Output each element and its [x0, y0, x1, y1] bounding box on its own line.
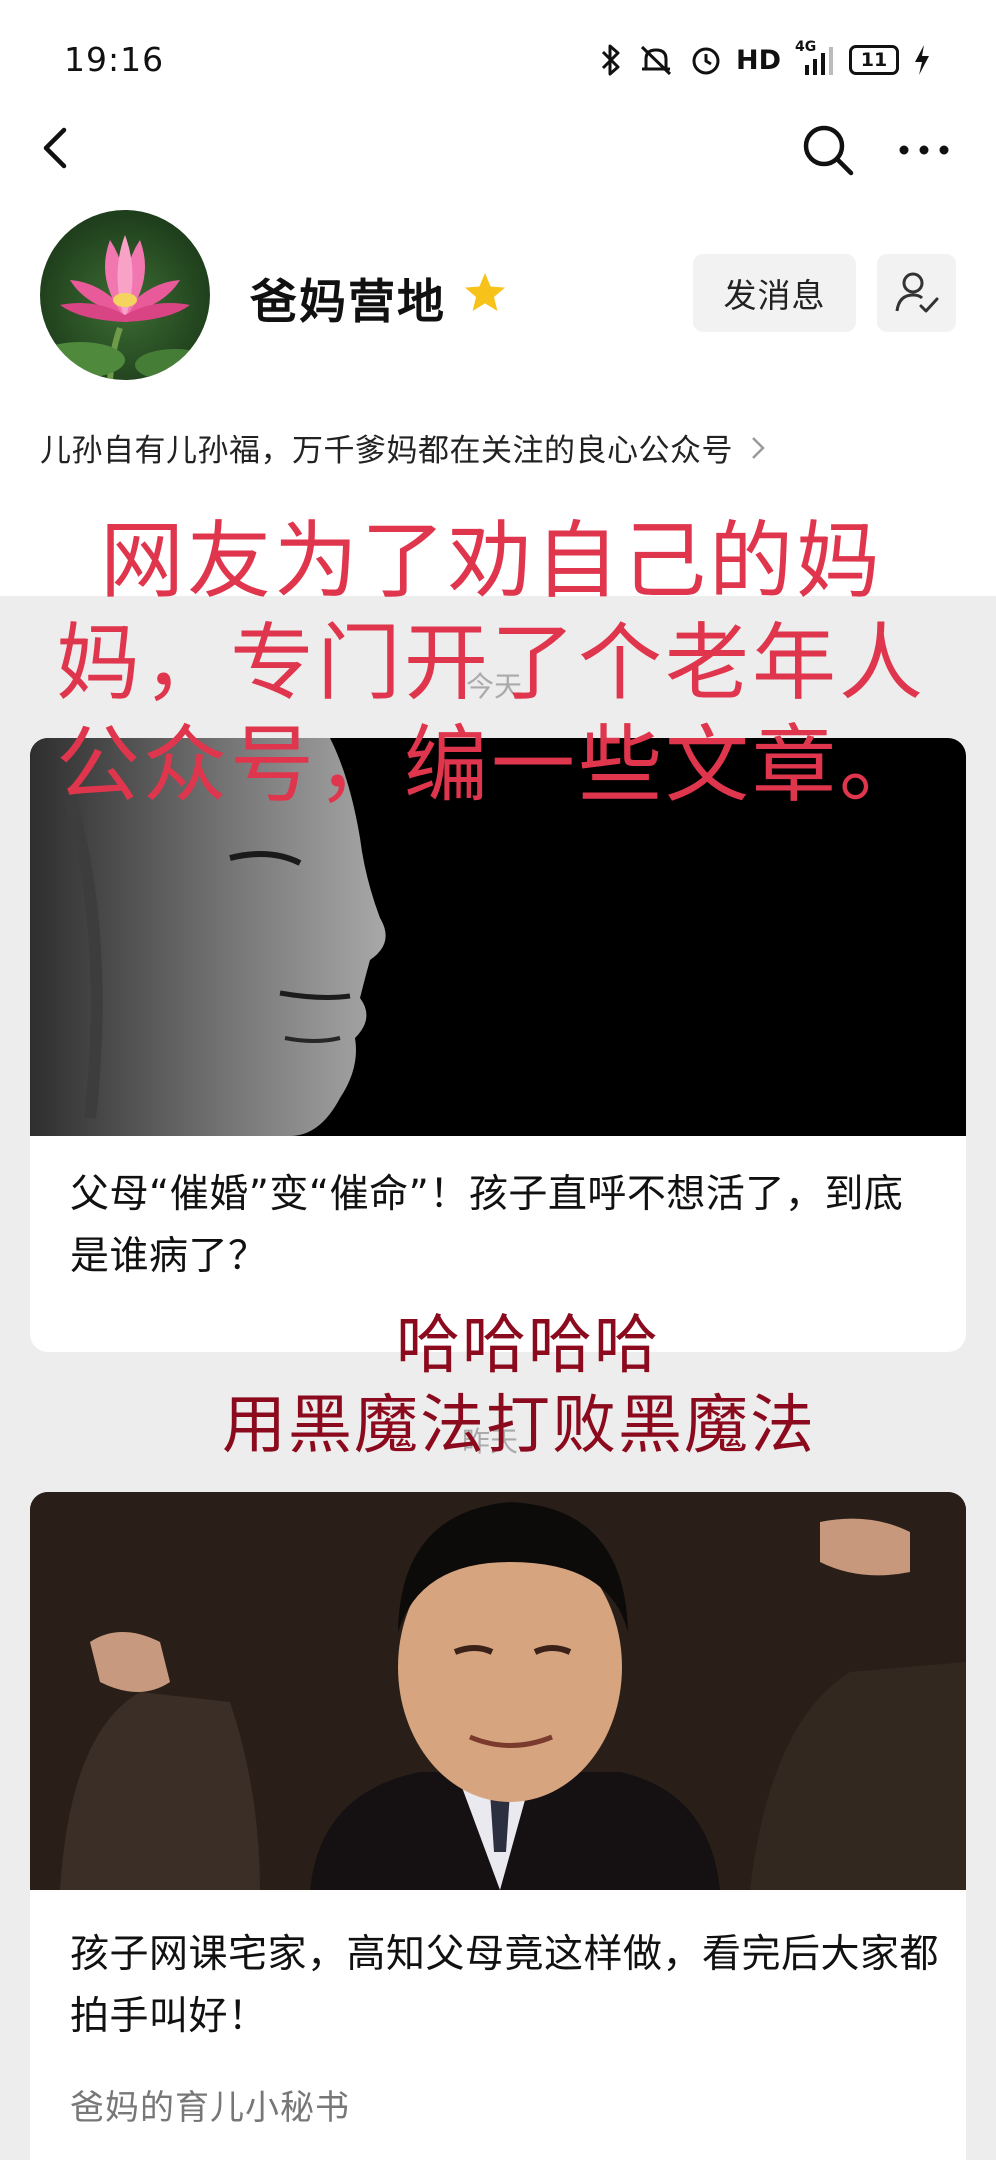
article-title: 父母“催婚”变“催命”！孩子直呼不想活了，到底是谁病了？ [70, 1172, 904, 1279]
bluetooth-icon [600, 43, 622, 77]
overlay-caption-line: 用黑魔法打败黑魔法 [222, 1389, 816, 1463]
follow-status-button[interactable] [877, 254, 956, 332]
verified-star-icon [462, 270, 508, 316]
article-cover-image [30, 1492, 966, 1890]
status-time: 19:16 [64, 40, 165, 79]
signal-icon: 4G [795, 39, 835, 77]
back-button[interactable] [28, 120, 84, 176]
article-source: 爸妈的育儿小秘书 [70, 2088, 350, 2128]
back-arrow-icon [43, 127, 67, 169]
lotus-avatar-image [40, 235, 210, 380]
hd-icon: HD [736, 44, 782, 76]
search-icon [803, 125, 854, 176]
charging-icon [913, 43, 931, 77]
status-icons: HD 4G 11 [600, 39, 931, 80]
battery-icon: 11 [849, 45, 900, 75]
overlay-caption-line: 妈，专门开了个老年人 [56, 614, 927, 712]
search-button[interactable] [796, 118, 860, 182]
mute-icon [636, 43, 676, 77]
article-card[interactable]: 父母“催婚”变“催命”！孩子直呼不想活了，到底是谁病了？ [30, 738, 966, 1352]
account-description-link[interactable]: 儿孙自有儿孙福，万千爹妈都在关注的良心公众号 [40, 425, 767, 470]
send-message-button[interactable]: 发消息 [693, 254, 856, 332]
alarm-icon [690, 43, 722, 77]
avatar[interactable] [40, 210, 210, 380]
more-button[interactable] [896, 126, 952, 174]
article-title: 孩子网课宅家，高知父母竟这样做，看完后大家都拍手叫好！ [70, 1932, 940, 2039]
article-card[interactable]: 孩子网课宅家，高知父母竟这样做，看完后大家都拍手叫好！ 爸妈的育儿小秘书 [30, 1492, 966, 2160]
chevron-right-icon [752, 436, 765, 459]
account-name: 爸妈营地 [250, 275, 446, 330]
overlay-caption-line: 哈哈哈哈 [396, 1309, 660, 1383]
more-icon [899, 145, 949, 155]
user-check-icon [895, 272, 938, 313]
account-description: 儿孙自有儿孙福，万千爹妈都在关注的良心公众号 [40, 433, 733, 469]
overlay-caption-line: 公众号，编一些文章。 [56, 716, 927, 814]
overlay-caption-line: 网友为了劝自己的妈 [100, 512, 884, 610]
